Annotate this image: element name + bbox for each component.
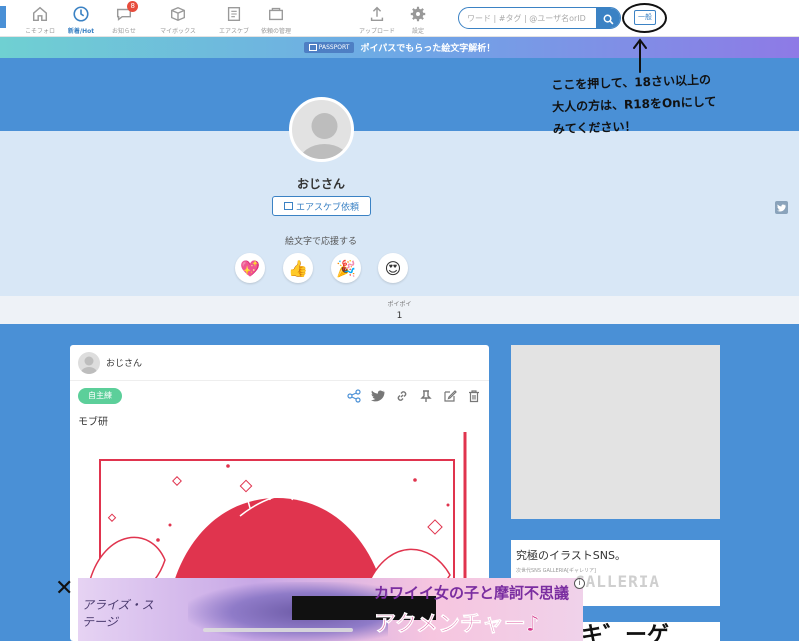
ad-close-button[interactable]: ✕ [55, 576, 73, 601]
pin-icon[interactable] [419, 389, 433, 403]
nav-requests[interactable]: 依頼の管理 [256, 0, 296, 37]
nav-label: エアスケブ [218, 28, 249, 35]
ad-copy-line1: カワイイ女の子と摩訶不思議 [374, 584, 570, 602]
search-box [458, 7, 621, 29]
home-indicator [203, 628, 353, 632]
profile-name: おじさん [296, 177, 345, 191]
passport-icon [308, 44, 317, 51]
ad-galleria-title: 究極のイラストSNS。 [516, 549, 626, 562]
nav-airskeb[interactable]: エアスケブ [214, 0, 254, 37]
nav-kosofollow[interactable]: こそフォロ [20, 0, 60, 37]
airskeb-request-label: エアスケブ依頼 [295, 202, 359, 213]
nav-mybox[interactable]: マイボックス [156, 0, 200, 37]
notification-badge: 8 [127, 1, 139, 12]
post-toolbar [347, 389, 481, 403]
nav-label: お知らせ [112, 28, 136, 35]
profile-avatar[interactable] [289, 97, 354, 162]
passport-text: ポイパスでもらった絵文字解析！ [360, 44, 496, 54]
poipoi-count: ポイポイ 1 [0, 296, 799, 324]
home-icon [32, 6, 48, 22]
nav-label: アップロード [358, 28, 395, 35]
search-icon [603, 14, 613, 24]
nav-label: マイボックス [160, 28, 196, 35]
top-bar: こそフォロ 新着/Hot 8 お知らせ マイボックス エアスケブ 依頼の管理 ア… [0, 0, 799, 37]
twitter-icon[interactable] [371, 389, 385, 403]
box-icon [171, 6, 185, 22]
nav-new-hot[interactable]: 新着/Hot [61, 0, 101, 37]
poipoi-label: ポイポイ [387, 301, 412, 308]
user-icon [81, 356, 97, 374]
handwritten-note: ここを押して、18さい以上の 大人の方は、R18をOnにして みてください！ [551, 66, 798, 141]
nav-label: 新着/Hot [67, 28, 95, 35]
logo-edge[interactable] [0, 6, 6, 28]
poipoi-value: 1 [396, 311, 403, 321]
trash-icon[interactable] [467, 389, 481, 403]
gear-icon [410, 6, 426, 22]
ad-info-icon[interactable]: i [574, 578, 585, 589]
post-title: モブ研 [78, 417, 108, 428]
sidebar-ad-placeholder[interactable] [511, 345, 720, 519]
nav-settings[interactable]: 設定 [401, 0, 435, 37]
skeb-icon [227, 7, 241, 21]
ad-copy-line2: アクメンチャー♪ [374, 612, 540, 638]
annotation-arrow-icon [633, 38, 647, 73]
share-icon[interactable] [347, 389, 361, 403]
nav-upload[interactable]: アップロード [357, 0, 397, 37]
search-input[interactable] [459, 8, 596, 28]
passport-banner[interactable]: PASSPORT ポイパスでもらった絵文字解析！ [0, 37, 799, 58]
request-icon [269, 7, 283, 21]
ad-game-logo: アライズ・ステージ [82, 598, 154, 629]
nav-notifications[interactable]: 8 お知らせ [104, 0, 144, 37]
post-username[interactable]: おじさん [106, 356, 142, 369]
link-icon[interactable] [395, 389, 409, 403]
emoji-heart-eyes[interactable]: 😍 [378, 253, 408, 283]
upload-icon [370, 6, 384, 22]
airskeb-request-button[interactable]: エアスケブ依頼 [272, 196, 371, 216]
post-tag[interactable]: 自主練 [78, 388, 122, 404]
emoji-sparkling-heart[interactable]: 💖 [235, 253, 265, 283]
passport-badge: PASSPORT [303, 42, 355, 53]
emoji-thumbs-up[interactable]: 👍 [283, 253, 313, 283]
twitter-share-icon[interactable] [775, 201, 788, 214]
nav-label: 設定 [411, 28, 424, 35]
post-avatar[interactable] [78, 351, 100, 374]
annotation-circle [622, 3, 667, 33]
post-header: おじさん [70, 345, 489, 381]
edit-icon[interactable] [443, 389, 457, 403]
emoji-party-popper[interactable]: 🎉 [331, 253, 361, 283]
search-button[interactable] [596, 8, 620, 28]
passport-badge-label: PASSPORT [318, 44, 350, 51]
clock-icon [73, 6, 89, 22]
skeb-icon [283, 202, 293, 210]
nav-label: 依頼の管理 [260, 28, 291, 35]
cheer-label: 絵文字で応援する [284, 237, 357, 247]
nav-label: こそフォロ [24, 28, 55, 35]
